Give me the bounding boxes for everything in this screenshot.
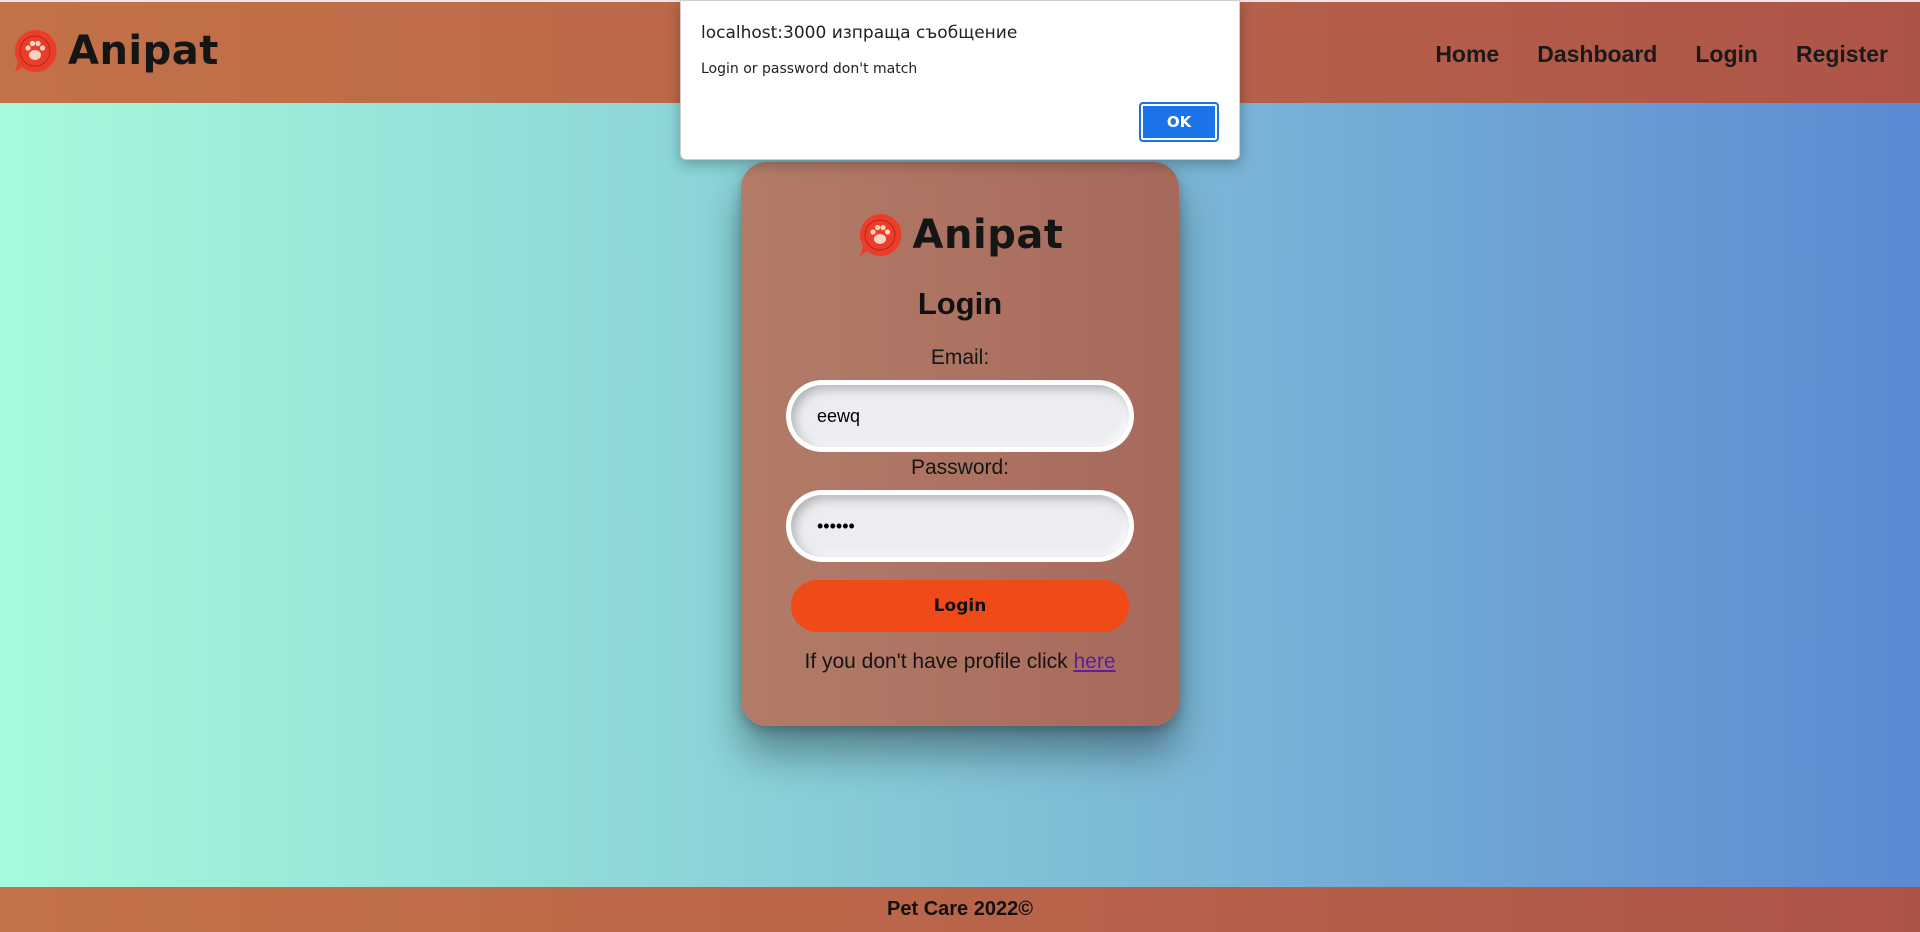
header-brand[interactable]: Anipat (12, 27, 219, 75)
main-nav: Home Dashboard Login Register (1435, 41, 1888, 68)
footer-text: Pet Care 2022© (887, 898, 1033, 920)
alert-dialog: localhost:3000 изпраща съобщение Login o… (680, 0, 1240, 160)
password-label: Password: (910, 456, 1010, 479)
paw-chat-bubble-icon (857, 212, 903, 258)
password-input[interactable] (791, 495, 1129, 557)
login-button[interactable]: Login (791, 580, 1129, 632)
register-here-link[interactable]: here (1073, 650, 1115, 673)
nav-dashboard-link[interactable]: Dashboard (1537, 41, 1657, 68)
nav-register-link[interactable]: Register (1796, 41, 1888, 68)
paw-chat-bubble-icon (12, 28, 58, 74)
email-input[interactable] (791, 385, 1129, 447)
dialog-message: Login or password don't match (701, 61, 918, 77)
dialog-ok-button[interactable]: OK (1139, 102, 1219, 142)
nav-home-link[interactable]: Home (1435, 41, 1499, 68)
dialog-origin: localhost:3000 изпраща съобщение (701, 23, 1018, 43)
site-footer: Pet Care 2022© (0, 887, 1920, 932)
brand-name: Anipat (68, 28, 219, 74)
login-title: Login (917, 286, 1003, 321)
card-brand-name: Anipat (912, 212, 1064, 258)
card-brand: Anipat (741, 211, 1179, 259)
login-card: Anipat Login Email: Password: Login If y… (741, 162, 1179, 726)
nav-login-link[interactable]: Login (1695, 41, 1758, 68)
register-hint: If you don't have profile click here (741, 650, 1179, 674)
register-hint-text: If you don't have profile click (804, 650, 1068, 673)
email-label: Email: (930, 346, 990, 369)
